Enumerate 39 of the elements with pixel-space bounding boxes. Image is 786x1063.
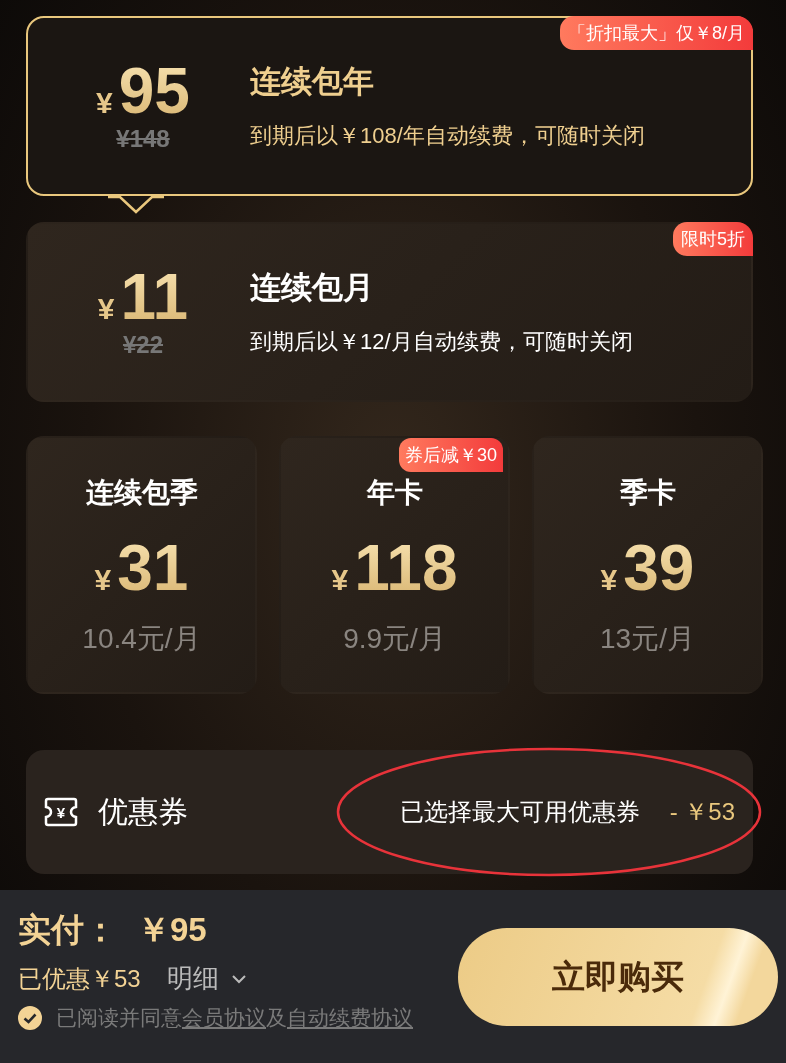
plan-name: 季卡 (619, 476, 676, 510)
detail-button[interactable]: 明细 (166, 961, 247, 996)
plan-card[interactable]: 季卡 ¥39 13元/月 (532, 436, 763, 694)
original-price: ¥22 (122, 331, 163, 359)
plan-card[interactable]: 连续包季 ¥31 10.4元/月 (26, 436, 257, 694)
currency-sign: ¥ (96, 86, 113, 120)
saved-amount: 已优惠￥53 (18, 963, 141, 994)
buy-button[interactable]: 立即购买 (458, 928, 778, 1026)
agreement-text: 已阅读并同意会员协议及自动续费协议 (56, 1005, 413, 1031)
promo-badge: 限时5折 (673, 222, 753, 256)
promo-badge: 「折扣最大」仅￥8/月 (560, 16, 753, 50)
currency-sign: ¥ (97, 292, 115, 326)
pay-label: 实付： (18, 910, 117, 950)
coupon-label: 优惠券 (98, 793, 189, 830)
plan-name: 连续包月 (250, 269, 375, 307)
coupon-status: 已选择最大可用优惠券 (399, 797, 640, 827)
checkbox[interactable] (18, 1006, 42, 1030)
coupon-discount: - ￥53 (669, 797, 735, 827)
currency-sign: ¥ (600, 563, 618, 597)
currency-sign: ¥ (331, 563, 349, 597)
plan-name: 连续包年 (250, 63, 375, 101)
currency-sign: ¥ (94, 563, 112, 597)
plan-name: 连续包季 (85, 476, 198, 510)
plan-card[interactable]: 限时5折 ¥11 ¥22 连续包月 到期后以￥12/月自动续费，可随时关闭 (26, 222, 753, 402)
monthly-price: 13元/月 (600, 622, 695, 656)
monthly-price: 10.4元/月 (82, 622, 201, 656)
pointer-icon (108, 196, 164, 216)
coupon-icon: ¥ (44, 797, 78, 827)
promo-badge: 券后减￥30 (399, 438, 504, 472)
chevron-down-icon (230, 973, 247, 984)
pay-amount: ￥95 (137, 910, 207, 950)
monthly-price: 9.9元/月 (343, 622, 446, 656)
plan-card[interactable]: 「折扣最大」仅￥8/月 ¥95 ¥148 连续包年 到期后以￥108/年自动续费，可随时关闭 (26, 16, 753, 196)
plan-name: 年卡 (366, 476, 423, 510)
original-price: ¥148 (116, 125, 170, 153)
coupon-row[interactable]: ¥ 优惠券 已选择最大可用优惠券 - ￥53 (26, 750, 753, 874)
plan-description: 到期后以￥108/年自动续费，可随时关闭 (250, 122, 645, 150)
plan-card[interactable]: 券后减￥30 年卡 ¥118 9.9元/月 (279, 436, 510, 694)
plan-description: 到期后以￥12/月自动续费，可随时关闭 (250, 328, 633, 356)
